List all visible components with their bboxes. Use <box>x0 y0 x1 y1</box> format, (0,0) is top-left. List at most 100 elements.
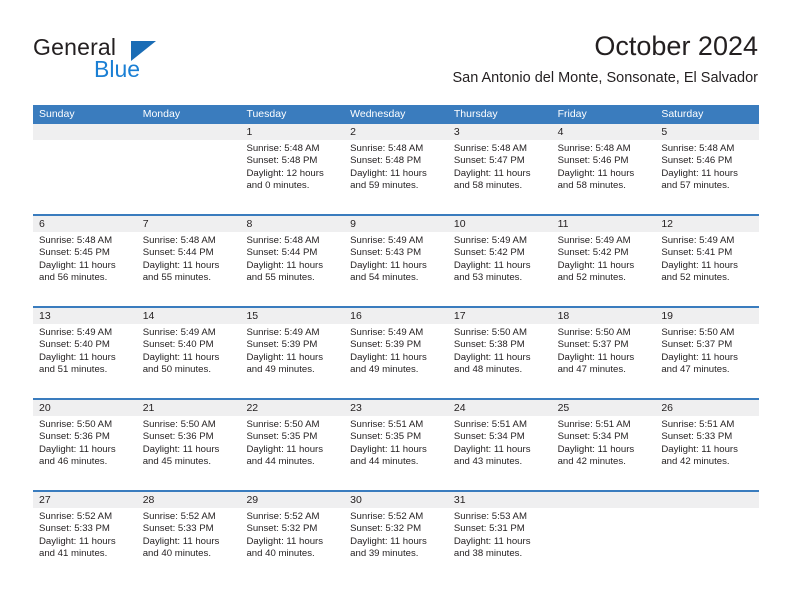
day-number[interactable]: 27 <box>33 492 137 508</box>
day-cell[interactable]: Sunrise: 5:49 AM Sunset: 5:40 PM Daylight:… <box>33 324 137 398</box>
day-number[interactable]: 5 <box>655 124 759 140</box>
day-number[interactable]: 1 <box>240 124 344 140</box>
general-blue-logo[interactable]: General Blue <box>33 34 253 90</box>
day-cell[interactable]: Sunrise: 5:50 AM Sunset: 5:35 PM Daylight:… <box>240 416 344 490</box>
day-cell[interactable]: Sunrise: 5:49 AM Sunset: 5:39 PM Daylight:… <box>344 324 448 398</box>
day-number[interactable]: 14 <box>137 308 241 324</box>
day-cell[interactable]: Sunrise: 5:51 AM Sunset: 5:34 PM Daylight:… <box>552 416 656 490</box>
day-cell[interactable]: Sunrise: 5:49 AM Sunset: 5:41 PM Daylight:… <box>655 232 759 306</box>
day-detail-line: Sunrise: 5:48 AM <box>246 235 320 246</box>
day-detail-line: Sunrise: 5:48 AM <box>661 143 735 154</box>
day-number[interactable]: 19 <box>655 308 759 324</box>
day-detail-line: Sunrise: 5:49 AM <box>350 235 424 246</box>
day-detail-line: and 42 minutes. <box>661 456 730 468</box>
day-detail-line: Sunrise: 5:49 AM <box>453 235 527 246</box>
day-detail-line: and 42 minutes. <box>557 456 626 468</box>
day-detail-line: Sunrise: 5:49 AM <box>246 327 320 338</box>
day-cell[interactable]: Sunrise: 5:48 AM Sunset: 5:44 PM Daylight:… <box>137 232 241 306</box>
day-cell[interactable]: Sunrise: 5:48 AM Sunset: 5:48 PM Daylight:… <box>240 140 344 214</box>
day-detail-line: Sunset: 5:40 PM <box>142 339 214 351</box>
day-number[interactable]: 16 <box>344 308 448 324</box>
day-number[interactable]: 11 <box>552 216 656 232</box>
day-cell[interactable]: Sunrise: 5:50 AM Sunset: 5:36 PM Daylight:… <box>137 416 241 490</box>
day-cell[interactable]: Sunrise: 5:50 AM Sunset: 5:38 PM Daylight:… <box>448 324 552 398</box>
day-cell-empty <box>33 140 137 214</box>
day-cell[interactable]: Sunrise: 5:48 AM Sunset: 5:47 PM Daylight:… <box>448 140 552 214</box>
day-number[interactable]: 29 <box>240 492 344 508</box>
day-detail-line: Daylight: 11 hours <box>246 259 324 271</box>
day-number[interactable]: 21 <box>137 400 241 416</box>
day-detail-line: Sunrise: 5:50 AM <box>661 327 735 338</box>
day-detail-line: and 46 minutes. <box>39 456 108 468</box>
day-number-band: 12345 <box>33 124 759 140</box>
day-number[interactable]: 13 <box>33 308 137 324</box>
day-cell[interactable]: Sunrise: 5:48 AM Sunset: 5:45 PM Daylight:… <box>33 232 137 306</box>
day-detail-line: Sunset: 5:36 PM <box>39 431 110 443</box>
day-cell[interactable]: Sunrise: 5:48 AM Sunset: 5:44 PM Daylight:… <box>240 232 344 306</box>
day-cell-empty <box>137 140 241 214</box>
day-detail-line: Daylight: 11 hours <box>39 443 116 455</box>
day-detail-line: and 40 minutes. <box>142 548 211 560</box>
day-number[interactable]: 7 <box>137 216 241 232</box>
day-number[interactable]: 25 <box>552 400 656 416</box>
day-body-row: Sunrise: 5:49 AM Sunset: 5:40 PM Daylight:… <box>33 324 759 398</box>
day-number[interactable]: 31 <box>448 492 552 508</box>
weekday-header-sunday: Sunday <box>39 108 75 120</box>
day-cell[interactable]: Sunrise: 5:49 AM Sunset: 5:43 PM Daylight:… <box>344 232 448 306</box>
day-number[interactable]: 23 <box>344 400 448 416</box>
day-detail-line: and 59 minutes. <box>350 180 419 192</box>
day-cell[interactable]: Sunrise: 5:49 AM Sunset: 5:39 PM Daylight:… <box>240 324 344 398</box>
day-cell[interactable]: Sunrise: 5:52 AM Sunset: 5:33 PM Daylight:… <box>33 508 137 582</box>
day-number[interactable]: 30 <box>344 492 448 508</box>
logo-text-blue: Blue <box>94 56 141 82</box>
day-detail-line: Sunset: 5:35 PM <box>350 431 422 443</box>
day-cell[interactable]: Sunrise: 5:52 AM Sunset: 5:32 PM Daylight:… <box>344 508 448 582</box>
day-cell[interactable]: Sunrise: 5:50 AM Sunset: 5:37 PM Daylight:… <box>655 324 759 398</box>
day-detail-line: Sunset: 5:48 PM <box>350 155 422 167</box>
day-cell[interactable]: Sunrise: 5:48 AM Sunset: 5:46 PM Daylight:… <box>552 140 656 214</box>
day-number[interactable]: 28 <box>137 492 241 508</box>
day-detail-line: Sunset: 5:47 PM <box>453 155 525 167</box>
day-detail-line: Sunrise: 5:48 AM <box>142 235 216 246</box>
day-cell[interactable]: Sunrise: 5:52 AM Sunset: 5:33 PM Daylight:… <box>137 508 241 582</box>
day-number[interactable]: 17 <box>448 308 552 324</box>
day-detail-line: Daylight: 12 hours <box>246 167 324 179</box>
day-cell[interactable]: Sunrise: 5:51 AM Sunset: 5:33 PM Daylight:… <box>655 416 759 490</box>
day-cell[interactable]: Sunrise: 5:49 AM Sunset: 5:42 PM Daylight:… <box>448 232 552 306</box>
day-number[interactable]: 26 <box>655 400 759 416</box>
day-number[interactable]: 4 <box>552 124 656 140</box>
day-number[interactable]: 18 <box>552 308 656 324</box>
day-number[interactable]: 9 <box>344 216 448 232</box>
day-number[interactable]: 3 <box>448 124 552 140</box>
day-number[interactable]: 6 <box>33 216 137 232</box>
day-cell[interactable]: Sunrise: 5:53 AM Sunset: 5:31 PM Daylight:… <box>448 508 552 582</box>
day-cell[interactable]: Sunrise: 5:51 AM Sunset: 5:34 PM Daylight:… <box>448 416 552 490</box>
day-cell[interactable]: Sunrise: 5:52 AM Sunset: 5:32 PM Daylight:… <box>240 508 344 582</box>
day-cell[interactable]: Sunrise: 5:50 AM Sunset: 5:37 PM Daylight:… <box>552 324 656 398</box>
day-number[interactable]: 10 <box>448 216 552 232</box>
day-cell[interactable]: Sunrise: 5:51 AM Sunset: 5:35 PM Daylight:… <box>344 416 448 490</box>
day-number[interactable]: 12 <box>655 216 759 232</box>
day-cell[interactable]: Sunrise: 5:49 AM Sunset: 5:42 PM Daylight:… <box>552 232 656 306</box>
day-detail-line: and 45 minutes. <box>142 456 211 468</box>
day-detail-line: Daylight: 11 hours <box>557 351 635 363</box>
title-block: October 2024 San Antonio del Monte, Sons… <box>452 30 758 88</box>
day-number[interactable]: 22 <box>240 400 344 416</box>
day-number[interactable]: 24 <box>448 400 552 416</box>
calendar-week-row: 20 21 22 23 24 25 26 Sunrise: 5:50 AM Sunset: 5:… <box>33 398 759 490</box>
day-number[interactable]: 2 <box>344 124 448 140</box>
day-detail-line: Sunset: 5:34 PM <box>453 431 525 443</box>
day-detail-line: Sunrise: 5:50 AM <box>246 419 320 430</box>
day-number[interactable]: 20 <box>33 400 137 416</box>
day-cell[interactable]: Sunrise: 5:50 AM Sunset: 5:36 PM Daylight:… <box>33 416 137 490</box>
day-cell[interactable]: Sunrise: 5:48 AM Sunset: 5:46 PM Daylight:… <box>655 140 759 214</box>
day-number-empty <box>33 124 137 140</box>
day-cell[interactable]: Sunrise: 5:48 AM Sunset: 5:48 PM Daylight:… <box>344 140 448 214</box>
weekday-header-friday: Friday <box>557 108 587 120</box>
day-detail-line: and 50 minutes. <box>142 364 211 376</box>
day-number[interactable]: 8 <box>240 216 344 232</box>
day-number[interactable]: 15 <box>240 308 344 324</box>
day-detail-line: Sunset: 5:39 PM <box>246 339 318 351</box>
day-cell[interactable]: Sunrise: 5:49 AM Sunset: 5:40 PM Daylight:… <box>137 324 241 398</box>
day-detail-line: and 52 minutes. <box>557 272 626 284</box>
